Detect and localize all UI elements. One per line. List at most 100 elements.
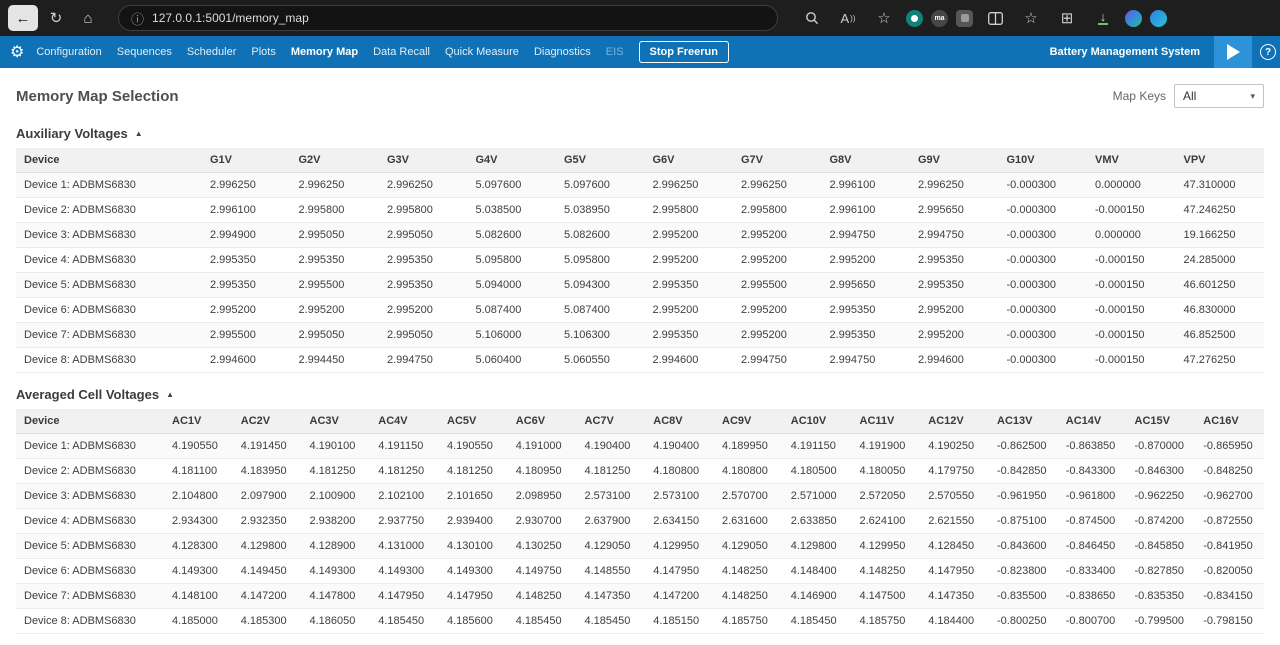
nav-item-memory-map[interactable]: Memory Map: [291, 46, 358, 58]
value-cell: -0.000300: [999, 173, 1088, 198]
averaged-cell-voltages-section: Averaged Cell Voltages ▲ DeviceAC1VAC2VA…: [16, 379, 1264, 634]
value-cell: 2.994600: [910, 348, 999, 373]
search-icon[interactable]: [798, 5, 826, 31]
value-cell: 4.185450: [508, 609, 577, 634]
value-cell: 2.995200: [645, 223, 734, 248]
stop-freerun-button[interactable]: Stop Freerun: [639, 41, 729, 63]
value-cell: -0.961800: [1058, 484, 1127, 509]
section-header: Averaged Cell Voltages ▲: [16, 379, 1264, 409]
value-cell: 4.181100: [164, 459, 233, 484]
auxiliary-voltages-section: Auxiliary Voltages ▲ DeviceG1VG2VG3VG4VG…: [16, 118, 1264, 373]
column-header: AC11V: [852, 409, 921, 434]
value-cell: 2.995350: [910, 273, 999, 298]
extension-teal-icon[interactable]: [906, 10, 923, 27]
value-cell: 4.186050: [302, 609, 371, 634]
column-header: AC10V: [783, 409, 852, 434]
table-row: Device 5: ADBMS68302.9953502.9955002.995…: [16, 273, 1264, 298]
value-cell: 2.995500: [202, 323, 291, 348]
value-cell: 4.147950: [370, 584, 439, 609]
value-cell: 2.994750: [379, 348, 468, 373]
value-cell: 4.190400: [645, 434, 714, 459]
value-cell: -0.842850: [989, 459, 1058, 484]
value-cell: -0.870000: [1127, 434, 1196, 459]
collections-icon[interactable]: ⊞: [1053, 5, 1081, 31]
value-cell: 4.181250: [370, 459, 439, 484]
value-cell: 2.631600: [714, 509, 783, 534]
value-cell: 4.191000: [508, 434, 577, 459]
value-cell: 4.129800: [783, 534, 852, 559]
extensions-colorful-icon[interactable]: [1125, 10, 1142, 27]
nav-item-configuration[interactable]: Configuration: [36, 46, 101, 58]
nav-item-eis[interactable]: EIS: [606, 46, 624, 58]
value-cell: -0.862500: [989, 434, 1058, 459]
read-aloud-icon[interactable]: A)): [834, 5, 862, 31]
back-button[interactable]: ←: [8, 5, 38, 31]
value-cell: -0.800250: [989, 609, 1058, 634]
column-header: G3V: [379, 148, 468, 173]
value-cell: 2.932350: [233, 509, 302, 534]
nav-item-quick-measure[interactable]: Quick Measure: [445, 46, 519, 58]
table-row: Device 4: ADBMS68302.9343002.9323502.938…: [16, 509, 1264, 534]
nav-item-data-recall[interactable]: Data Recall: [373, 46, 430, 58]
collapse-toggle-icon[interactable]: ▲: [135, 129, 143, 138]
value-cell: 2.100900: [302, 484, 371, 509]
value-cell: 4.148250: [852, 559, 921, 584]
column-header: G4V: [468, 148, 557, 173]
home-button[interactable]: ⌂: [74, 5, 102, 31]
extension-gray-icon[interactable]: [956, 10, 973, 27]
value-cell: 4.147200: [233, 584, 302, 609]
nav-item-plots[interactable]: Plots: [251, 46, 275, 58]
value-cell: 4.147350: [577, 584, 646, 609]
value-cell: 4.130250: [508, 534, 577, 559]
star-glyph: ☆: [877, 9, 890, 27]
value-cell: -0.843600: [989, 534, 1058, 559]
value-cell: -0.000150: [1087, 248, 1176, 273]
value-cell: 2.995500: [291, 273, 380, 298]
value-cell: 2.995350: [291, 248, 380, 273]
value-cell: -0.845850: [1127, 534, 1196, 559]
map-keys-dropdown[interactable]: All ▾: [1174, 84, 1264, 108]
device-cell: Device 7: ADBMS6830: [16, 584, 164, 609]
address-bar[interactable]: ⓘ 127.0.0.1:5001/memory_map: [118, 5, 778, 31]
favorites-hub-icon[interactable]: ☆: [1017, 5, 1045, 31]
value-cell: 2.995200: [645, 298, 734, 323]
value-cell: 4.148100: [164, 584, 233, 609]
value-cell: 2.104800: [164, 484, 233, 509]
value-cell: 4.190550: [439, 434, 508, 459]
site-info-icon[interactable]: ⓘ: [131, 9, 144, 28]
refresh-button[interactable]: ↻: [42, 5, 70, 31]
gray-ext-inner: [961, 14, 969, 22]
value-cell: 4.129950: [852, 534, 921, 559]
value-cell: 4.184400: [920, 609, 989, 634]
column-header: AC13V: [989, 409, 1058, 434]
device-cell: Device 6: ADBMS6830: [16, 559, 164, 584]
extension-ma-icon[interactable]: ma: [931, 10, 948, 27]
value-cell: 4.183950: [233, 459, 302, 484]
split-screen-icon[interactable]: [981, 5, 1009, 31]
value-cell: 4.149750: [508, 559, 577, 584]
settings-gear-icon[interactable]: ⚙: [10, 42, 24, 62]
value-cell: 4.147950: [439, 584, 508, 609]
nav-item-diagnostics[interactable]: Diagnostics: [534, 46, 591, 58]
value-cell: 4.147800: [302, 584, 371, 609]
value-cell: -0.872550: [1195, 509, 1264, 534]
app-navbar: ⚙ Configuration Sequences Scheduler Plot…: [0, 36, 1280, 68]
value-cell: 4.190100: [302, 434, 371, 459]
value-cell: 2.937750: [370, 509, 439, 534]
copilot-icon[interactable]: [1150, 10, 1167, 27]
value-cell: 4.191150: [783, 434, 852, 459]
nav-item-sequences[interactable]: Sequences: [117, 46, 172, 58]
value-cell: 2.930700: [508, 509, 577, 534]
value-cell: 4.147350: [920, 584, 989, 609]
value-cell: 5.038500: [468, 198, 557, 223]
value-cell: 2.995800: [733, 198, 822, 223]
device-cell: Device 3: ADBMS6830: [16, 484, 164, 509]
favorites-star-icon[interactable]: ☆: [870, 5, 898, 31]
help-icon[interactable]: ?: [1260, 44, 1276, 60]
value-cell: 4.181250: [439, 459, 508, 484]
table-row: Device 2: ADBMS68302.9961002.9958002.995…: [16, 198, 1264, 223]
nav-item-scheduler[interactable]: Scheduler: [187, 46, 237, 58]
ma-badge-text: ma: [934, 15, 944, 22]
collapse-toggle-icon[interactable]: ▲: [166, 390, 174, 399]
downloads-icon[interactable]: ↓: [1089, 5, 1117, 31]
